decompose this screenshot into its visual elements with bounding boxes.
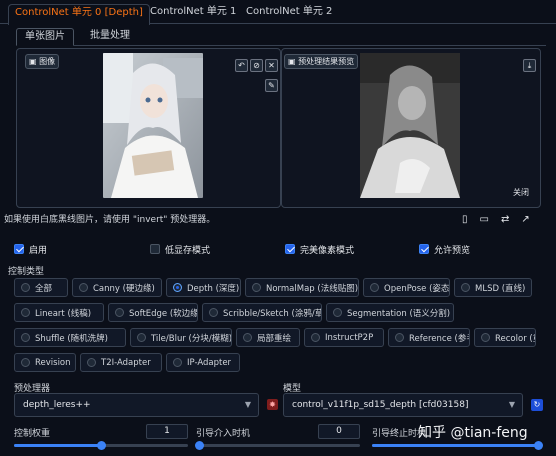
edit-icon[interactable]: ✎	[265, 79, 278, 92]
allow-preview-checkbox[interactable]: 允许预览	[419, 242, 470, 256]
refresh-models-icon[interactable]: ↻	[531, 399, 543, 411]
guidance-start-thumb[interactable]	[195, 441, 204, 450]
control-type-canny[interactable]: Canny (硬边缘)	[72, 278, 162, 297]
preprocessor-value: depth_leres++	[23, 400, 91, 410]
control-type-reference[interactable]: Reference (参考)	[388, 328, 470, 347]
model-value: control_v11f1p_sd15_depth [cfd03158]	[292, 400, 469, 410]
control-type-t2i-adapter[interactable]: T2I-Adapter	[80, 353, 162, 372]
control-type-revision[interactable]: Revision	[14, 353, 76, 372]
image-label: ▣ 图像	[25, 54, 60, 69]
control-type-label: 控制类型	[8, 267, 45, 277]
control-type-ip-adapter[interactable]: IP-Adapter	[166, 353, 240, 372]
image-label-text: 图像	[39, 57, 56, 66]
preview-label-text: 预处理结果预览	[298, 57, 355, 66]
enable-label: 启用	[29, 245, 48, 256]
control-type-scribble[interactable]: Scribble/Sketch (涂鸦/草图)	[202, 303, 322, 322]
preview-label: ▣ 预处理结果预览	[284, 54, 359, 69]
control-type-mlsd[interactable]: MLSD (直线)	[454, 278, 532, 297]
tab-single-image[interactable]: 单张图片	[16, 28, 74, 46]
guidance-start-label: 引导介入时机	[196, 429, 251, 439]
camera-icon[interactable]: ▭	[480, 214, 501, 225]
control-type-normalmap[interactable]: NormalMap (法线贴图)	[245, 278, 359, 297]
undo-icon[interactable]: ↶	[235, 59, 248, 72]
tab-unit-0[interactable]: ControlNet 单元 0 [Depth]	[8, 4, 150, 25]
guidance-end-slider[interactable]	[372, 441, 543, 450]
control-type-recolor[interactable]: Recolor (重上色)	[474, 328, 536, 347]
model-select[interactable]: control_v11f1p_sd15_depth [cfd03158] ▼	[283, 393, 523, 417]
swap-icon[interactable]: ⇄	[501, 214, 521, 225]
low-vram-checkbox[interactable]: 低显存模式	[150, 242, 210, 256]
chevron-down-icon: ▼	[508, 400, 515, 409]
new-canvas-icon[interactable]: ▯	[462, 214, 480, 225]
close-icon[interactable]: ✕	[265, 59, 278, 72]
download-icon[interactable]: ⤓	[523, 59, 536, 72]
control-type-segmentation[interactable]: Segmentation (语义分割)	[326, 303, 454, 322]
checkbox-pixel-perfect-box[interactable]	[285, 244, 295, 254]
guidance-start-input[interactable]: 0	[318, 424, 360, 439]
guidance-end-thumb[interactable]	[534, 441, 543, 450]
control-weight-fill	[14, 444, 101, 447]
control-type-inpaint[interactable]: 局部重绘	[236, 328, 300, 347]
send-dimensions-icon[interactable]: ↗	[521, 214, 541, 225]
control-weight-slider[interactable]	[14, 441, 188, 450]
control-weight-label: 控制权重	[14, 429, 51, 439]
pixel-perfect-label: 完美像素模式	[300, 245, 355, 256]
tab-batch[interactable]: 批量处理	[82, 28, 138, 46]
control-type-instructp2p[interactable]: InstructP2P	[304, 328, 384, 347]
preprocessor-select[interactable]: depth_leres++ ▼	[14, 393, 259, 417]
checkbox-low-vram-box[interactable]	[150, 244, 160, 254]
clear-icon[interactable]: ⊘	[250, 59, 263, 72]
depth-preview-image	[360, 53, 460, 198]
tab-unit-1[interactable]: ControlNet 单元 1	[144, 4, 242, 22]
checkbox-allow-preview-box[interactable]	[419, 244, 429, 254]
close-preview-button[interactable]: 关闭	[513, 187, 529, 198]
low-vram-label: 低显存模式	[165, 245, 211, 256]
preview-toolbar: ▯▭⇄↗	[462, 214, 542, 225]
invert-hint-text: 如果使用白底黑线图片，请使用 "invert" 预处理器。	[4, 215, 216, 225]
controlnet-unit-tabs: ControlNet 单元 0 [Depth] ControlNet 单元 1 …	[0, 0, 556, 25]
input-mode-tabs: 单张图片 批量处理	[16, 28, 546, 46]
input-image	[103, 53, 203, 198]
enable-checkbox[interactable]: 启用	[14, 242, 47, 256]
chevron-down-icon: ▼	[244, 400, 251, 409]
control-type-depth[interactable]: Depth (深度)	[166, 278, 241, 297]
control-weight-input[interactable]: 1	[146, 424, 188, 439]
image-icon: ▣	[29, 57, 37, 66]
pixel-perfect-checkbox[interactable]: 完美像素模式	[285, 242, 354, 256]
watermark: 知乎 @tian-feng	[418, 425, 528, 441]
control-type-tile-blur[interactable]: Tile/Blur (分块/模糊)	[130, 328, 232, 347]
control-type-lineart[interactable]: Lineart (线稿)	[14, 303, 104, 322]
control-type-softedge[interactable]: SoftEdge (软边缘)	[108, 303, 198, 322]
run-preprocessor-icon[interactable]: ✸	[267, 399, 278, 410]
allow-preview-label: 允许预览	[434, 245, 471, 256]
control-type-all[interactable]: 全部	[14, 278, 68, 297]
control-type-openpose[interactable]: OpenPose (姿态)	[363, 278, 450, 297]
control-weight-thumb[interactable]	[97, 441, 106, 450]
guidance-start-slider[interactable]	[195, 441, 360, 450]
control-type-shuffle[interactable]: Shuffle (随机洗牌)	[14, 328, 126, 347]
guidance-end-fill	[372, 444, 542, 447]
image-icon: ▣	[288, 57, 296, 66]
tab-unit-2[interactable]: ControlNet 单元 2	[240, 4, 338, 22]
checkbox-enable-box[interactable]	[14, 244, 24, 254]
